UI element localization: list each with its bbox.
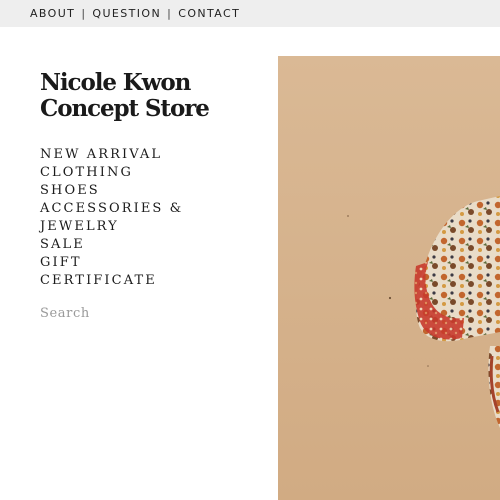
menu-item-gift-certificate[interactable]: GIFT (40, 254, 240, 272)
hero-image[interactable] (278, 56, 500, 500)
menu-item-accessories-jewelry[interactable]: JEWELRY (40, 218, 240, 236)
model-in-floral-kimono-image (278, 56, 500, 500)
top-nav-separator: | (167, 7, 173, 20)
menu-item-clothing[interactable]: CLOTHING (40, 164, 240, 182)
logo-line-2: Concept Store (40, 95, 210, 122)
top-nav-contact-link[interactable]: CONTACT (178, 7, 240, 20)
top-nav-bar: ABOUT | QUESTION | CONTACT (0, 0, 500, 27)
menu-item-gift-certificate[interactable]: CERTIFICATE (40, 272, 240, 290)
logo-line-1: Nicole Kwon (40, 69, 191, 96)
store-logo[interactable]: Nicole Kwon Concept Store (40, 70, 220, 122)
menu-item-accessories-jewelry[interactable]: ACCESSORIES & (40, 200, 240, 218)
menu-item-sale[interactable]: SALE (40, 236, 240, 254)
search-input[interactable] (40, 306, 200, 321)
menu-item-shoes[interactable]: SHOES (40, 182, 240, 200)
top-nav-separator: | (81, 7, 87, 20)
top-nav-about-link[interactable]: ABOUT (30, 7, 75, 20)
menu-item-new-arrival[interactable]: NEW ARRIVAL (40, 146, 240, 164)
category-menu: NEW ARRIVAL CLOTHING SHOES ACCESSORIES &… (40, 146, 240, 290)
top-nav-question-link[interactable]: QUESTION (92, 7, 161, 20)
